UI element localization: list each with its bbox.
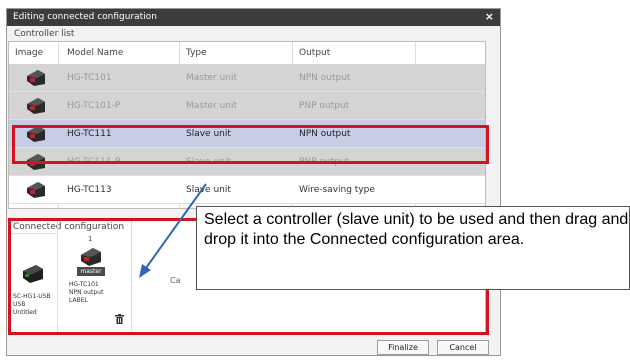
title-bar: Editing connected configuration × (7, 9, 500, 26)
cancel-button[interactable]: Cancel (437, 340, 489, 355)
column-header-output[interactable]: Output (299, 48, 330, 58)
table-row[interactable]: HG-TC101-P Master unit PNP output (9, 92, 485, 120)
output-type: NPN output (299, 73, 351, 83)
unit-type: Slave unit (186, 185, 231, 195)
list-header: Image Model Name Type Output (9, 42, 485, 65)
finalize-button[interactable]: Finalize (377, 340, 429, 355)
model-name: HG-TC101-P (67, 101, 121, 111)
model-name: HG-TC113 (67, 185, 112, 195)
controller-icon (27, 182, 45, 198)
output-type: PNP output (299, 101, 350, 111)
table-row[interactable]: HG-TC113 Slave unit Wire-saving type (9, 176, 485, 204)
output-type: Wire-saving type (299, 185, 375, 195)
unit-type: Master unit (186, 73, 238, 83)
close-icon[interactable]: × (485, 10, 494, 23)
model-name: HG-TC101 (67, 73, 112, 83)
unit-type: Master unit (186, 101, 238, 111)
selected-row-highlight (12, 125, 489, 164)
callout-text: Select a controller (slave unit) to be u… (204, 211, 629, 248)
column-header-image[interactable]: Image (15, 48, 43, 58)
controller-icon (27, 70, 45, 86)
column-header-model[interactable]: Model Name (67, 48, 123, 58)
column-header-type[interactable]: Type (186, 48, 207, 58)
controller-icon (27, 98, 45, 114)
controller-list-label: Controller list (14, 29, 75, 39)
table-row[interactable]: HG-TC101 Master unit NPN output (9, 64, 485, 92)
instruction-callout: Select a controller (slave unit) to be u… (196, 206, 630, 290)
window-title: Editing connected configuration (13, 12, 157, 22)
